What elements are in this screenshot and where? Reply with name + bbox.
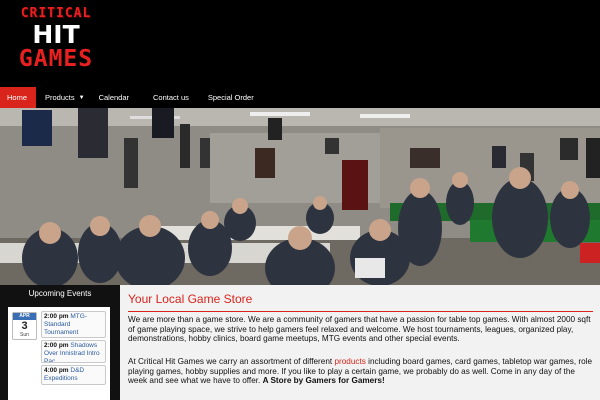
event-item[interactable]: 4:00 pm D&D Expeditions — [41, 365, 106, 385]
event-time: 2:00 pm — [44, 342, 69, 349]
nav-contact-us[interactable]: Contact us — [137, 87, 197, 108]
main-content: Your Local Game Store We are more than a… — [120, 285, 600, 400]
nav-calendar[interactable]: Calendar — [93, 87, 137, 108]
chevron-down-icon: ▼ — [78, 94, 85, 101]
date-weekday: Sun — [20, 332, 29, 338]
page-title: Your Local Game Store — [128, 292, 253, 306]
site-header: CRITICAL HIT GAMES — [0, 0, 600, 87]
event-time: 4:00 pm — [44, 367, 69, 374]
event-time: 2:00 pm — [44, 313, 69, 320]
sidebar-title: Upcoming Events — [28, 289, 92, 298]
date-card: APR 3 Sun — [12, 312, 37, 340]
logo-line-hit: HIT — [32, 20, 80, 49]
store-paragraph-start: At Critical Hit Games we carry an assort… — [128, 357, 335, 366]
logo-line-games: GAMES — [18, 46, 94, 72]
date-month: APR — [13, 313, 36, 320]
hero-photo — [0, 108, 600, 285]
hero-photo-illustration — [0, 108, 600, 285]
logo-line-critical: CRITICAL — [20, 6, 92, 21]
upcoming-events-sidebar: Upcoming Events APR 3 Sun 2:00 pm MTG- S… — [0, 285, 120, 400]
event-item[interactable]: 2:00 pm Shadows Over Innistrad Intro Pac… — [41, 340, 106, 363]
title-divider — [128, 311, 593, 312]
events-calendar-widget: APR 3 Sun 2:00 pm MTG- Standard Tourname… — [8, 307, 110, 400]
event-item[interactable]: 2:00 pm MTG- Standard Tournament — [41, 311, 106, 338]
nav-products[interactable]: Products ▼ — [36, 87, 93, 108]
store-tagline: A Store by Gamers for Gamers! — [262, 376, 385, 386]
nav-special-order[interactable]: Special Order — [197, 87, 262, 108]
store-paragraph: At Critical Hit Games we carry an assort… — [128, 357, 594, 386]
site-logo[interactable]: CRITICAL HIT GAMES — [4, 6, 108, 78]
main-nav: Home Products ▼ Calendar Contact us Speci… — [0, 87, 600, 108]
products-link[interactable]: products — [334, 357, 365, 366]
nav-products-label: Products — [45, 93, 75, 102]
nav-home[interactable]: Home — [0, 87, 37, 108]
intro-paragraph: We are more than a game store. We are a … — [128, 315, 591, 344]
